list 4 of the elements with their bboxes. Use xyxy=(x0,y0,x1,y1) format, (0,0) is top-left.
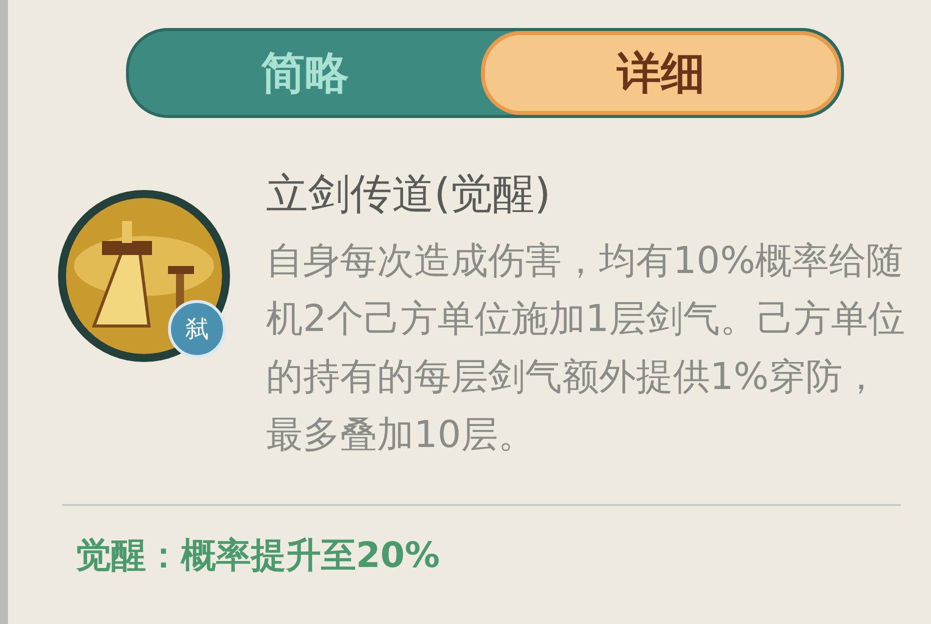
skill-description: 自身每次造成伤害，均有10%概率给随机2个己方单位施加1层剑气。己方单位的持有的每层剑气额外提供1%穿防，最多叠加10层。 xyxy=(266,238,906,458)
skill-title: 立剑传道(觉醒) xyxy=(266,168,552,220)
awakening-text: 觉醒：概率提升至20% xyxy=(76,535,441,578)
tab[interactable]: 详细 xyxy=(481,31,841,115)
